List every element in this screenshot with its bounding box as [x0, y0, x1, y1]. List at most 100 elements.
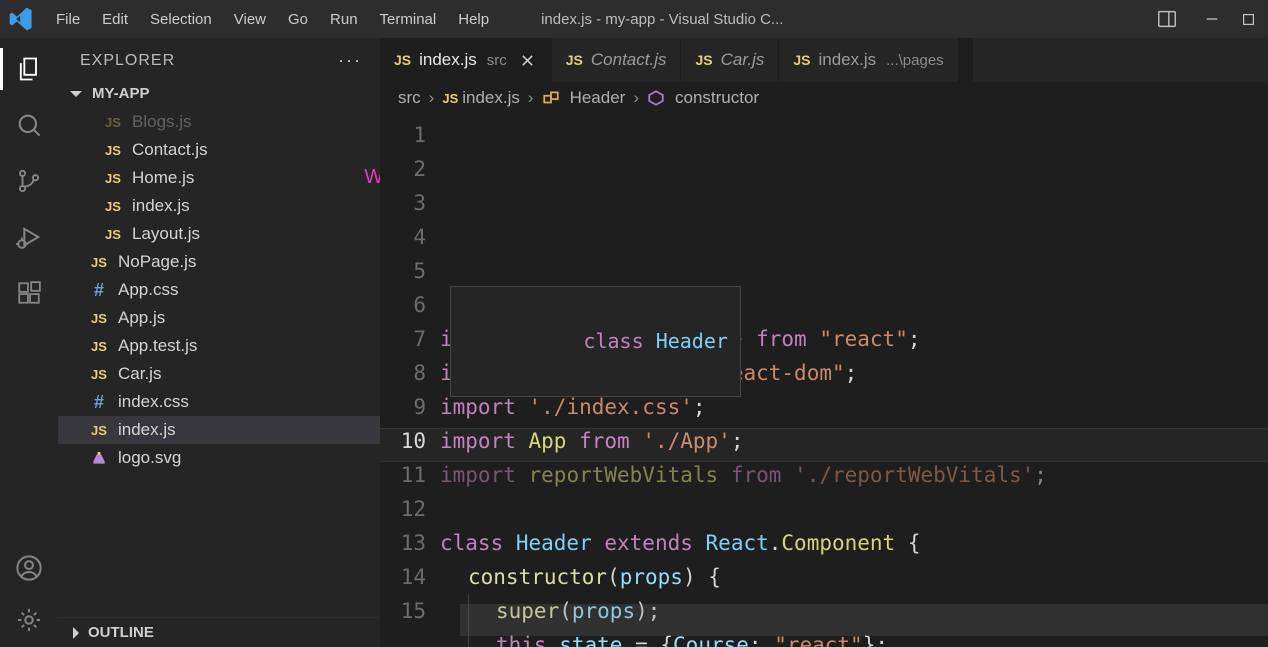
file-item[interactable]: JS Contact.js	[58, 136, 380, 164]
breadcrumb[interactable]: src › JSindex.js › Header › constructor	[380, 82, 1268, 114]
settings-activity-icon[interactable]	[14, 605, 44, 635]
file-label: Home.js	[132, 168, 194, 188]
js-file-icon: JS	[102, 223, 124, 245]
menu-help[interactable]: Help	[448, 7, 499, 32]
window-controls	[1200, 7, 1260, 31]
editor-column: JSindex.jssrcJSContact.jsJSCar.jsJSindex…	[380, 38, 1268, 647]
code-line[interactable]: super(props);	[440, 594, 1268, 628]
source-control-activity-icon[interactable]	[14, 166, 44, 196]
file-item[interactable]: JS Layout.js	[58, 220, 380, 248]
tab-sublabel: ...\pages	[886, 52, 944, 69]
menu-run[interactable]: Run	[320, 7, 368, 32]
code-line[interactable]: import App from './App';	[440, 424, 1268, 458]
file-label: index.js	[118, 420, 176, 440]
line-number-gutter: 123456789101112131415	[380, 114, 440, 647]
editor-tab[interactable]: JSindex.jssrc	[380, 38, 552, 82]
file-label: logo.svg	[118, 448, 181, 468]
file-item[interactable]: JS Car.js	[58, 360, 380, 388]
chevron-right-icon: ›	[633, 88, 639, 108]
code-line[interactable]	[440, 492, 1268, 526]
outline-section[interactable]: OUTLINE	[58, 617, 380, 647]
close-icon[interactable]	[519, 51, 537, 69]
menu-view[interactable]: View	[224, 7, 276, 32]
minimize-button[interactable]	[1200, 7, 1224, 31]
file-item[interactable]: JS index.js	[58, 416, 380, 444]
code-line[interactable]: this.state = {Course: "react"};	[440, 628, 1268, 647]
chevron-right-icon: ›	[429, 88, 435, 108]
js-file-icon: JS	[88, 307, 110, 329]
layout-toggle-icon[interactable]	[1156, 8, 1178, 30]
file-item[interactable]: JSNoPage.js	[58, 248, 380, 276]
file-item[interactable]: logo.svg	[58, 444, 380, 472]
js-file-icon: JS	[88, 419, 110, 441]
outline-label: OUTLINE	[88, 624, 154, 641]
css-file-icon: #	[88, 391, 110, 413]
js-file-icon: JS	[102, 139, 124, 161]
tab-label: Car.js	[721, 50, 765, 70]
sidebar: EXPLORER ··· MY-APP Wikitechy JSBlogs.js…	[58, 38, 380, 647]
js-file-icon: JS	[88, 335, 110, 357]
editor-tabs: JSindex.jssrcJSContact.jsJSCar.jsJSindex…	[380, 38, 1268, 82]
code-line[interactable]: import reportWebVitals from './reportWeb…	[440, 458, 1268, 492]
run-debug-activity-icon[interactable]	[14, 222, 44, 252]
file-item[interactable]: JSindex.js	[58, 192, 380, 220]
file-item[interactable]: JS Blogs.js	[58, 108, 380, 136]
js-file-icon: JS	[793, 52, 810, 68]
main-area: EXPLORER ··· MY-APP Wikitechy JSBlogs.js…	[0, 38, 1268, 647]
tab-label: Contact.js	[591, 50, 667, 70]
file-label: Contact.js	[132, 140, 208, 160]
breadcrumb-file: JSindex.js	[442, 88, 520, 108]
menu-terminal[interactable]: Terminal	[370, 7, 447, 32]
explorer-activity-icon[interactable]	[14, 54, 44, 84]
editor-tab[interactable]: JS Contact.js	[552, 38, 682, 82]
menu-go[interactable]: Go	[278, 7, 318, 32]
hover-tooltip: class Header	[450, 286, 741, 397]
tab-sublabel: src	[487, 52, 507, 69]
file-label: Blogs.js	[132, 112, 192, 132]
symbol-method-icon	[647, 89, 665, 107]
breadcrumb-method: constructor	[647, 88, 759, 108]
vscode-logo-icon	[8, 6, 34, 32]
js-file-icon: JS	[102, 111, 124, 133]
file-item[interactable]: JSApp.js	[58, 304, 380, 332]
editor-tab[interactable]: JS index.js ...\pages	[779, 38, 958, 82]
file-label: App.css	[118, 280, 178, 300]
js-file-icon: JS	[88, 363, 110, 385]
file-item[interactable]: JSApp.test.js	[58, 332, 380, 360]
extensions-activity-icon[interactable]	[14, 278, 44, 308]
search-activity-icon[interactable]	[14, 110, 44, 140]
svg-file-icon	[88, 447, 110, 469]
symbol-class-icon	[542, 89, 560, 107]
file-item[interactable]: JS Home.js	[58, 164, 380, 192]
window-title: index.js - my-app - Visual Studio C...	[541, 11, 1154, 28]
menu-file[interactable]: File	[46, 7, 90, 32]
js-file-icon: JS	[695, 52, 712, 68]
js-file-icon: JS	[88, 251, 110, 273]
tab-label: index.js	[819, 50, 877, 70]
workspace-header[interactable]: MY-APP	[58, 79, 380, 108]
breadcrumb-folder: src	[398, 88, 421, 108]
file-item[interactable]: #App.css	[58, 276, 380, 304]
file-label: Car.js	[118, 364, 161, 384]
file-label: Layout.js	[132, 224, 200, 244]
maximize-button[interactable]	[1236, 7, 1260, 31]
breadcrumb-class: Header	[542, 88, 626, 108]
sidebar-header: EXPLORER ···	[58, 38, 380, 79]
js-file-icon: JS	[566, 52, 583, 68]
code-line[interactable]: class Header extends React.Component {	[440, 526, 1268, 560]
code-content[interactable]: class Header import React, {useState} fr…	[440, 114, 1268, 647]
workspace-name: MY-APP	[92, 85, 150, 102]
file-list: Wikitechy JSBlogs.jsJSContact.jsJSHome.j…	[58, 108, 380, 472]
account-activity-icon[interactable]	[14, 553, 44, 583]
code-line[interactable]: constructor(props) {	[440, 560, 1268, 594]
file-label: index.css	[118, 392, 189, 412]
code-editor[interactable]: 123456789101112131415 class Header impor…	[380, 114, 1268, 647]
chevron-right-icon: ›	[528, 88, 534, 108]
file-item[interactable]: # index.css	[58, 388, 380, 416]
activity-bar	[0, 38, 58, 647]
menu-edit[interactable]: Edit	[92, 7, 138, 32]
sidebar-more-icon[interactable]: ···	[338, 50, 362, 71]
js-file-icon: JS	[102, 167, 124, 189]
menu-selection[interactable]: Selection	[140, 7, 222, 32]
editor-tab[interactable]: JS Car.js	[681, 38, 779, 82]
